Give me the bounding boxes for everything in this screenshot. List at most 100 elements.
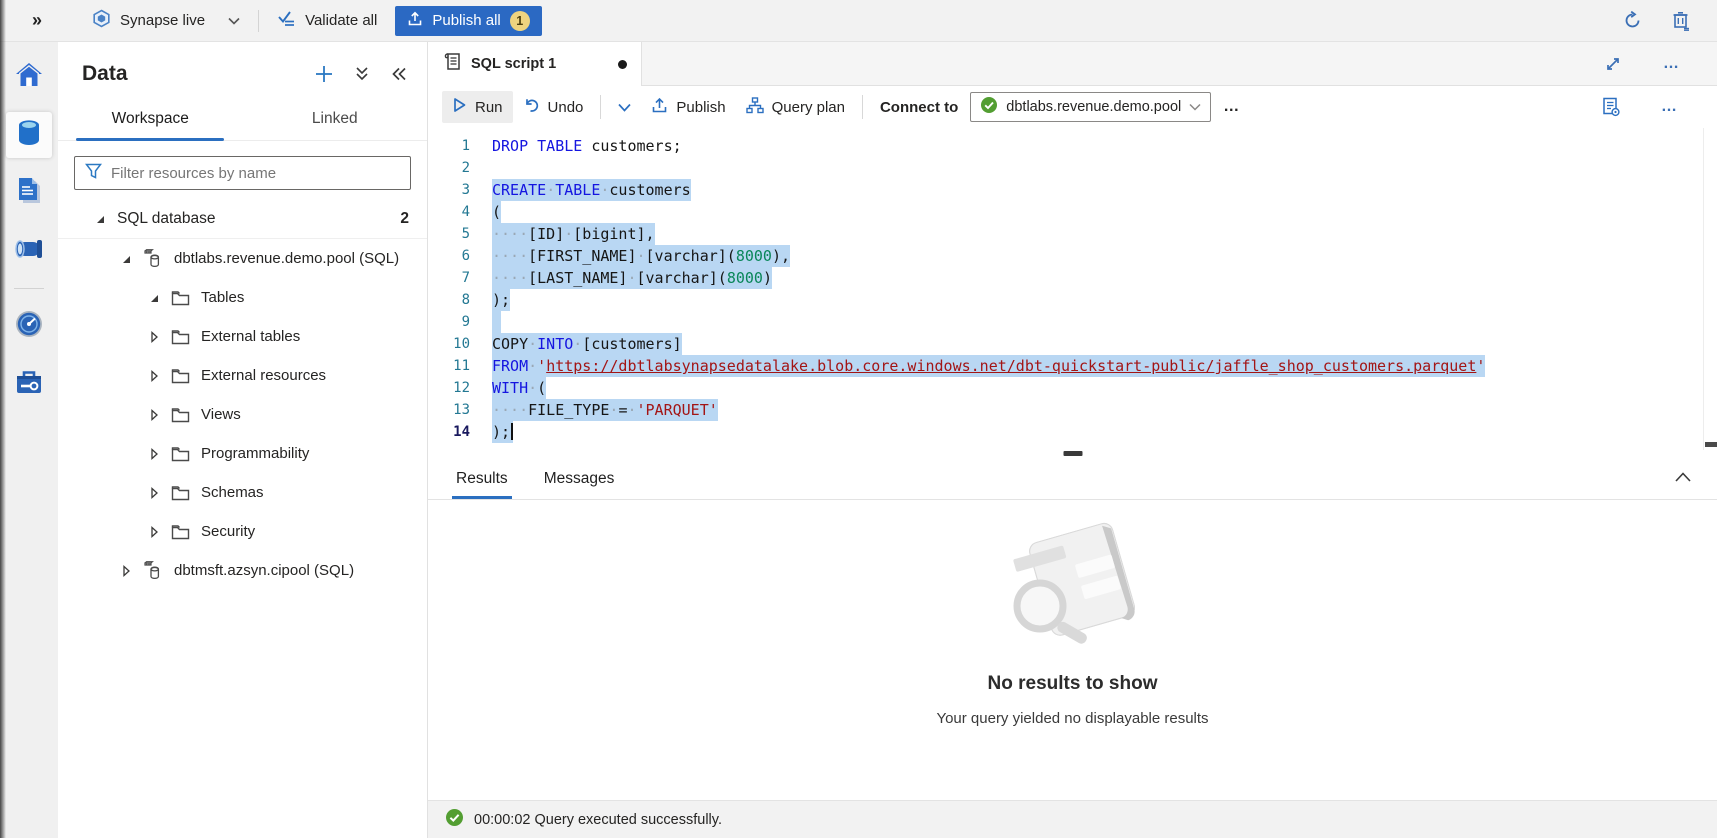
code-line[interactable]: 5····[ID]·[bigint], <box>428 223 1717 245</box>
chevron-collapsed-icon[interactable] <box>148 526 160 538</box>
code-line[interactable]: 6····[FIRST_NAME]·[varchar](8000), <box>428 245 1717 267</box>
code-line[interactable]: 14); <box>428 421 1717 443</box>
validate-all-button[interactable]: Validate all <box>277 10 377 31</box>
chevron-expanded-icon[interactable] <box>94 213 106 225</box>
line-number: 1 <box>428 135 492 157</box>
code-line[interactable]: 2 <box>428 157 1717 179</box>
publish-button[interactable]: Publish <box>641 91 735 124</box>
chevron-down-icon <box>1189 99 1201 115</box>
query-plan-button[interactable]: Query plan <box>736 91 855 124</box>
nav-integrate-button[interactable] <box>6 228 52 274</box>
tree-item[interactable]: Views <box>58 395 427 434</box>
properties-icon[interactable] <box>1601 97 1621 117</box>
editor-scrollbar[interactable] <box>1703 128 1717 450</box>
line-text: ····[FIRST_NAME]·[varchar](8000), <box>492 245 790 267</box>
collapse-results-icon[interactable] <box>1675 469 1691 487</box>
filter-resources-input[interactable] <box>111 165 400 182</box>
nav-home-button[interactable] <box>6 54 52 100</box>
chevron-collapsed-icon[interactable] <box>148 409 160 421</box>
code-line[interactable]: 1DROP TABLE customers; <box>428 135 1717 157</box>
tab-more-icon[interactable]: … <box>1651 55 1693 73</box>
nav-monitor-button[interactable] <box>6 303 52 349</box>
tree: SQL database2dbtlabs.revenue.demo.pool (… <box>58 200 427 590</box>
code-line[interactable]: 7····[LAST_NAME]·[varchar](8000) <box>428 267 1717 289</box>
tree-item-label: Views <box>201 406 241 423</box>
folder-icon <box>171 485 190 501</box>
line-text: ····[ID]·[bigint], <box>492 223 655 245</box>
chevron-collapsed-icon[interactable] <box>148 331 160 343</box>
expand-editor-icon[interactable] <box>1605 56 1621 72</box>
synapse-live-selector[interactable]: Synapse live <box>92 9 240 32</box>
code-line[interactable]: 11FROM·'https://dbtlabsynapsedatalake.bl… <box>428 355 1717 377</box>
collapse-panel-icon[interactable] <box>391 67 407 81</box>
folder-icon <box>171 407 190 423</box>
add-resource-icon[interactable] <box>315 65 333 83</box>
tab-sql-script-1[interactable]: SQL script 1 <box>428 42 642 86</box>
empty-results-subtitle: Your query yielded no displayable result… <box>936 710 1208 727</box>
tab-linked[interactable]: Linked <box>243 100 428 140</box>
sql-code-editor[interactable]: 1DROP TABLE customers;23CREATE·TABLE·cus… <box>428 128 1717 450</box>
tree-item[interactable]: Programmability <box>58 434 427 473</box>
tree-item[interactable]: dbtlabs.revenue.demo.pool (SQL) <box>58 239 427 278</box>
tree-item-label: External resources <box>201 367 326 384</box>
tree-item[interactable]: SQL database2 <box>58 200 427 239</box>
sql-script-icon <box>443 52 461 76</box>
tree-item-label: Security <box>201 523 255 540</box>
tree-item[interactable]: External tables <box>58 317 427 356</box>
status-message: 00:00:02 Query executed successfully. <box>474 812 722 828</box>
expand-sidebar-icon[interactable]: » <box>32 10 40 31</box>
scrollbar-thumb[interactable] <box>1705 442 1717 447</box>
divider <box>862 95 863 119</box>
code-line[interactable]: 12WITH·( <box>428 377 1717 399</box>
code-line[interactable]: 3CREATE·TABLE·customers <box>428 179 1717 201</box>
chevron-collapsed-icon[interactable] <box>148 487 160 499</box>
code-line[interactable]: 13····FILE_TYPE·=·'PARQUET' <box>428 399 1717 421</box>
connection-more-icon[interactable]: … <box>1211 98 1253 116</box>
collapse-all-icon[interactable] <box>355 66 369 82</box>
line-text: ····[LAST_NAME]·[varchar](8000) <box>492 267 772 289</box>
publish-all-button[interactable]: Publish all 1 <box>395 6 541 36</box>
line-text: WITH·( <box>492 377 546 399</box>
query-plan-icon <box>746 97 764 118</box>
line-text: FROM·'https://dbtlabsynapsedatalake.blob… <box>492 355 1485 377</box>
chevron-collapsed-icon[interactable] <box>120 565 132 577</box>
chevron-collapsed-icon[interactable] <box>148 370 160 382</box>
undo-button[interactable]: Undo <box>513 91 594 124</box>
run-button[interactable]: Run <box>442 91 513 123</box>
results-empty-state: No results to show Your query yielded no… <box>428 500 1717 800</box>
tree-item[interactable]: Security <box>58 512 427 551</box>
line-number: 11 <box>428 355 492 377</box>
code-line[interactable]: 4( <box>428 201 1717 223</box>
tree-item[interactable]: External resources <box>58 356 427 395</box>
nav-develop-button[interactable] <box>6 170 52 216</box>
code-line[interactable]: 9 <box>428 311 1717 333</box>
tab-title: SQL script 1 <box>471 56 556 72</box>
tree-item[interactable]: Schemas <box>58 473 427 512</box>
validate-icon <box>277 10 296 31</box>
chevron-collapsed-icon[interactable] <box>148 448 160 460</box>
toolbar-more-icon[interactable]: … <box>1649 98 1691 116</box>
tree-item[interactable]: Tables <box>58 278 427 317</box>
tree-item[interactable]: dbtmsft.azsyn.cipool (SQL) <box>58 551 427 590</box>
tab-messages[interactable]: Messages <box>540 470 619 499</box>
line-number: 5 <box>428 223 492 245</box>
nav-manage-button[interactable] <box>6 361 52 407</box>
trash-icon[interactable] <box>1671 10 1691 31</box>
line-number: 9 <box>428 311 492 333</box>
unsaved-changes-dot <box>618 60 627 69</box>
refresh-icon[interactable] <box>1622 10 1643 31</box>
code-line[interactable]: 8); <box>428 289 1717 311</box>
chevron-expanded-icon[interactable] <box>148 292 160 304</box>
rail-divider <box>14 288 44 289</box>
filter-resources-box[interactable] <box>74 156 411 190</box>
tree-item-label: Tables <box>201 289 244 306</box>
connection-dropdown[interactable]: dbtlabs.revenue.demo.pool <box>970 92 1211 122</box>
tab-workspace[interactable]: Workspace <box>58 100 243 140</box>
code-line[interactable]: 10COPY·INTO·[customers] <box>428 333 1717 355</box>
more-run-options-chevron[interactable] <box>608 97 641 118</box>
nav-data-button[interactable] <box>6 112 52 158</box>
tab-results[interactable]: Results <box>452 470 512 499</box>
chevron-expanded-icon[interactable] <box>120 253 132 265</box>
document-icon <box>15 176 43 211</box>
empty-results-title: No results to show <box>988 673 1158 695</box>
